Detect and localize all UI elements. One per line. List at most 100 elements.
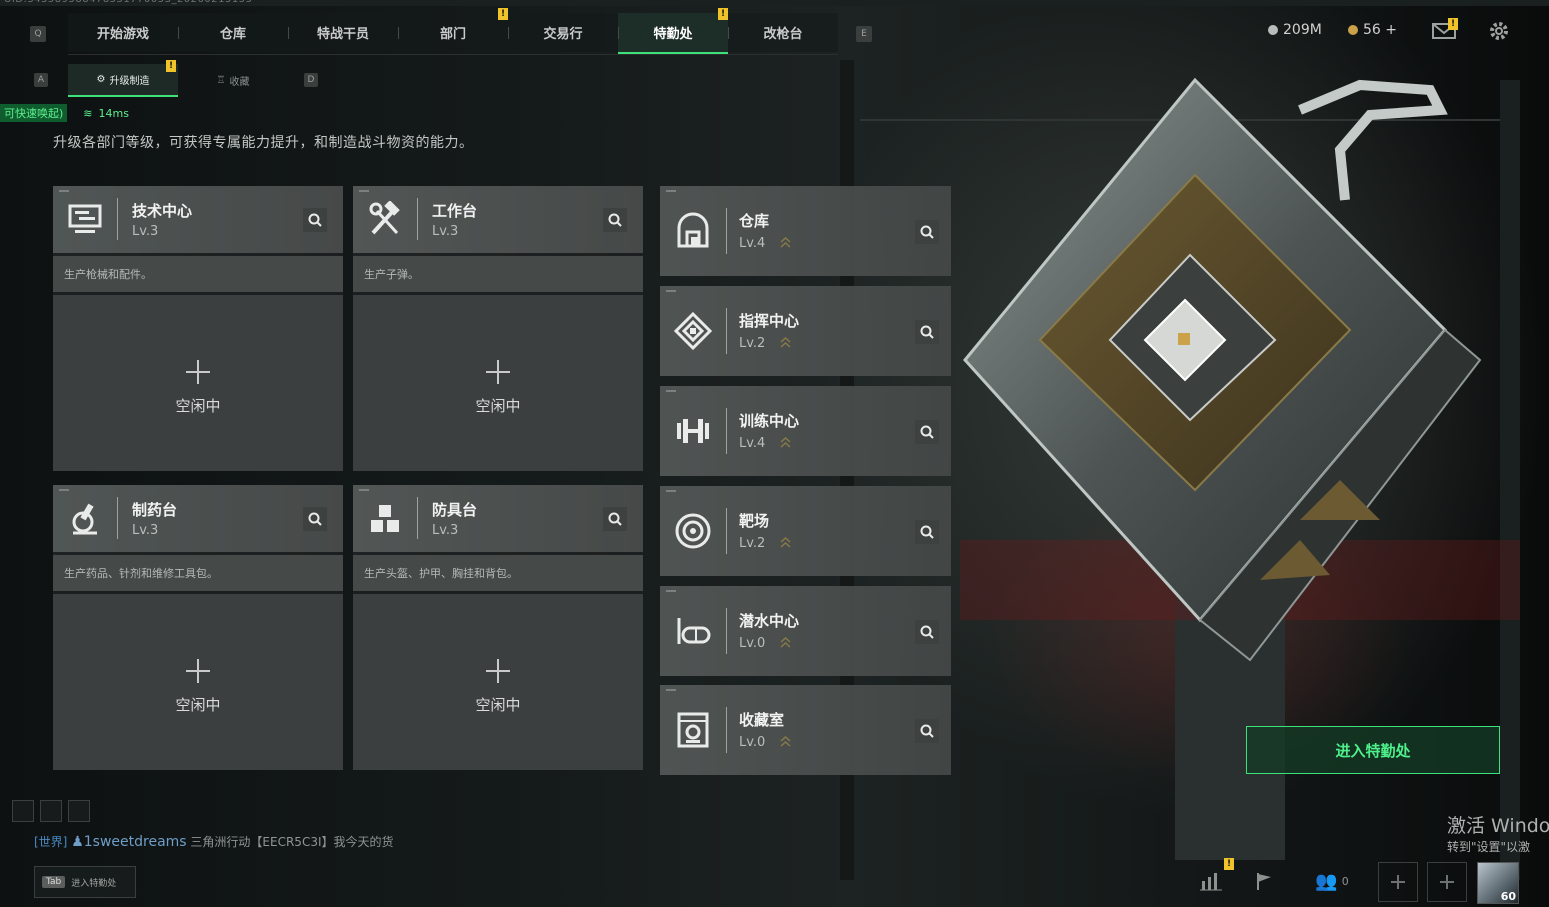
- production-slot[interactable]: 空闲中: [53, 594, 343, 770]
- slot-status: 空闲中: [175, 397, 221, 415]
- subnav-next-key[interactable]: D: [304, 73, 318, 87]
- windows-activation-title: 激活 Windo: [1447, 815, 1549, 837]
- upgrade-arrow-icon: [780, 735, 791, 747]
- production-slot[interactable]: 空闲中: [53, 295, 343, 471]
- production-slot[interactable]: 空闲中: [353, 295, 643, 471]
- flag-icon[interactable]: [1245, 862, 1283, 900]
- add-slot-button[interactable]: [1427, 862, 1467, 902]
- top-nav: Q 开始游戏 仓库 特战干员 部门 ! 交易行 特勤处 ! 改枪台 E: [30, 8, 872, 55]
- plus-icon: [1440, 875, 1454, 889]
- card-tag: [666, 689, 676, 691]
- top-strip: UID:345589588478551770053_20260215155: [0, 0, 1549, 6]
- diving-mask-icon: [677, 618, 711, 644]
- card-level: Lv.2: [739, 336, 766, 351]
- avatar[interactable]: 60: [1477, 862, 1519, 904]
- add-slot-button[interactable]: [1378, 862, 1418, 902]
- facility-card-shooting-range[interactable]: 靶场 Lv.2: [660, 486, 951, 576]
- settings-gear-icon[interactable]: [1488, 20, 1510, 46]
- divider: [726, 508, 727, 554]
- quick-launch-label: 可快速唤起): [0, 104, 68, 122]
- card-header[interactable]: 工作台 Lv.3: [353, 186, 643, 256]
- enter-special-ops-button[interactable]: 进入特勤处: [1246, 726, 1500, 774]
- facility-card-command-center[interactable]: 指挥中心 Lv.2: [660, 286, 951, 376]
- search-icon[interactable]: [303, 507, 327, 531]
- slot-status: 空闲中: [475, 696, 521, 714]
- command-icon: [674, 312, 712, 350]
- plus-icon: [486, 360, 510, 384]
- card-tag: [59, 190, 69, 192]
- tab-department[interactable]: 部门 !: [398, 8, 508, 52]
- quick-slot[interactable]: [68, 800, 90, 822]
- tab-label: 改枪台: [763, 27, 803, 42]
- card-header[interactable]: 技术中心 Lv.3: [53, 186, 343, 256]
- quick-slot[interactable]: [40, 800, 62, 822]
- tab-shortcut-hint[interactable]: Tab 进入特勤处: [34, 866, 136, 898]
- chat-message[interactable]: [世界] ♟1sweetdreams 三角洲行动【EECR5C3I】我今天的货: [34, 833, 394, 850]
- facility-card-collection-room[interactable]: 收藏室 Lv.0: [660, 685, 951, 775]
- tab-label: 交易行: [543, 27, 583, 42]
- tab-operators[interactable]: 特战干员: [288, 13, 398, 52]
- dumbbell-icon: [677, 419, 709, 443]
- divider: [726, 707, 727, 753]
- subtab-upgrade-craft[interactable]: ⚙ 升级制造 !: [68, 59, 178, 97]
- friends-count: 0: [1341, 874, 1349, 888]
- divider: [726, 408, 727, 454]
- card-header[interactable]: 防具台 Lv.3: [353, 485, 643, 555]
- facility-card-diving-center[interactable]: 潜水中心 Lv.0: [660, 586, 951, 676]
- search-icon[interactable]: [915, 719, 939, 743]
- search-icon[interactable]: [915, 620, 939, 644]
- warehouse-icon: [677, 212, 709, 248]
- windows-activation-subtitle: 转到"设置"以激: [1447, 840, 1531, 854]
- card-title: 制药台: [132, 501, 178, 519]
- armor-icon: [371, 505, 399, 532]
- card-title: 收藏室: [739, 711, 785, 729]
- mail-icon[interactable]: !: [1432, 18, 1458, 44]
- card-header[interactable]: 制药台 Lv.3: [53, 485, 343, 555]
- nav-prev-key[interactable]: Q: [30, 26, 46, 42]
- production-card-pharmacy: 制药台 Lv.3 生产药品、针剂和维修工具包。 空闲中: [53, 485, 343, 770]
- tab-special-ops[interactable]: 特勤处 !: [618, 8, 728, 54]
- tab-label: 部门: [439, 27, 466, 42]
- upgrade-arrow-icon: [780, 236, 791, 248]
- search-icon[interactable]: [603, 208, 627, 232]
- gold-currency[interactable]: 56 +: [1348, 22, 1397, 38]
- card-title: 仓库: [739, 212, 770, 230]
- silver-currency: 209M: [1268, 22, 1322, 38]
- card-title: 训练中心: [739, 412, 800, 430]
- tab-market[interactable]: 交易行: [508, 13, 618, 52]
- friends-button[interactable]: 👥 0: [1310, 862, 1354, 900]
- quick-slot[interactable]: [12, 800, 34, 822]
- page-description: 升级各部门等级，可获得专属能力提升，和制造战斗物资的能力。: [53, 135, 474, 151]
- search-icon[interactable]: [915, 220, 939, 244]
- card-title: 防具台: [432, 501, 478, 519]
- notification-badge: !: [1448, 18, 1458, 30]
- card-level: Lv.0: [739, 636, 766, 651]
- subnav-prev-key[interactable]: A: [34, 73, 48, 87]
- slot-status: 空闲中: [175, 696, 221, 714]
- card-level: Lv.2: [739, 536, 766, 551]
- search-icon[interactable]: [915, 520, 939, 544]
- notification-badge: !: [498, 8, 508, 20]
- divider: [117, 497, 118, 539]
- production-slot[interactable]: 空闲中: [353, 594, 643, 770]
- tab-start-game[interactable]: 开始游戏: [68, 13, 178, 52]
- production-card-workbench: 工作台 Lv.3 生产子弹。 空闲中: [353, 186, 643, 471]
- search-icon[interactable]: [603, 507, 627, 531]
- tab-gunsmith[interactable]: 改枪台: [728, 13, 838, 52]
- card-level: Lv.0: [739, 735, 766, 750]
- stats-chart-icon[interactable]: !: [1192, 858, 1234, 900]
- facility-card-warehouse[interactable]: 仓库 Lv.4: [660, 186, 951, 276]
- nav-next-key[interactable]: E: [856, 26, 872, 42]
- hammer-wrench-icon: [369, 201, 400, 235]
- search-icon[interactable]: [915, 320, 939, 344]
- gold-coin-icon: [1348, 25, 1358, 35]
- facility-card-training-center[interactable]: 训练中心 Lv.4: [660, 386, 951, 476]
- tab-warehouse[interactable]: 仓库: [178, 13, 288, 52]
- chat-user: 1sweetdreams: [83, 834, 187, 850]
- slot-status: 空闲中: [475, 397, 521, 415]
- monitor-icon: [68, 204, 102, 233]
- search-icon[interactable]: [915, 420, 939, 444]
- subtab-collection[interactable]: ♖ 收藏: [178, 65, 288, 96]
- card-title: 技术中心: [132, 202, 193, 220]
- search-icon[interactable]: [303, 208, 327, 232]
